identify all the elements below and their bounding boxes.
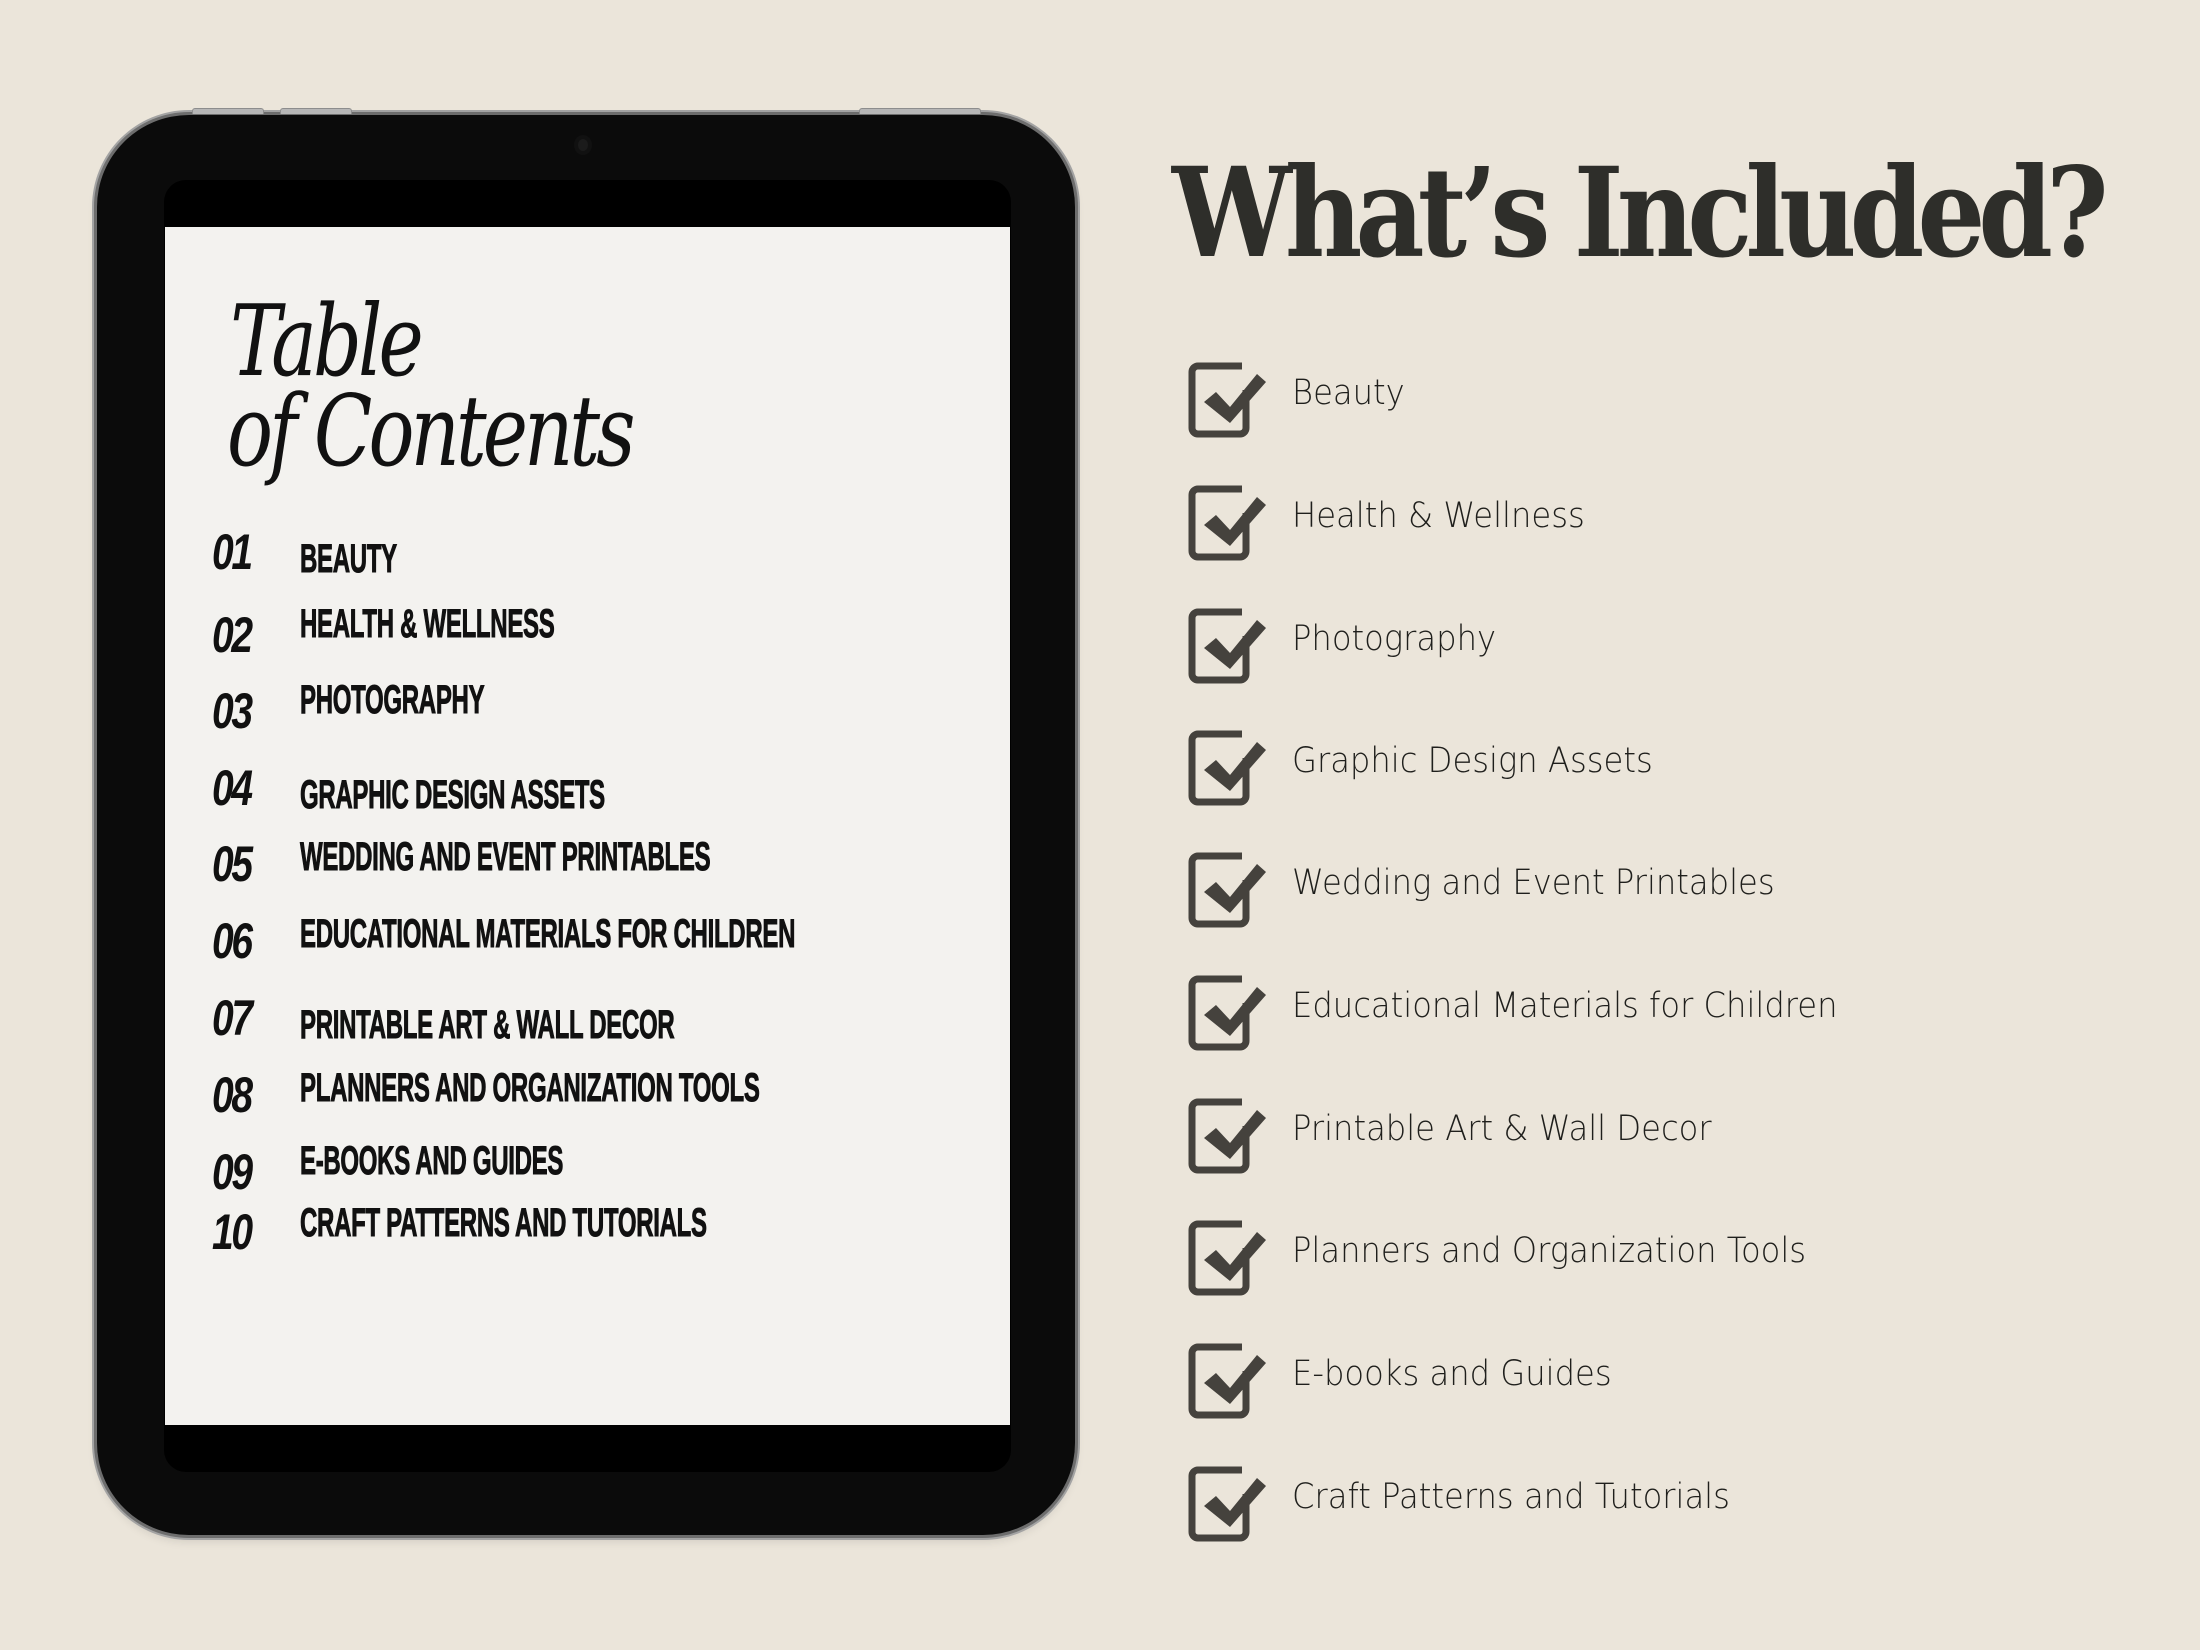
toc-item-label: HEALTH & WELLNESS — [300, 602, 555, 646]
list-item: Craft Patterns and Tutorials — [1186, 1464, 2086, 1544]
toc-item-label: BEAUTY — [300, 537, 398, 581]
toc-item: 06 EDUCATIONAL MATERIALS FOR CHILDREN — [212, 912, 992, 976]
checked-checkbox-icon — [1188, 975, 1266, 1051]
toc-item-label: WEDDING AND EVENT PRINTABLES — [300, 835, 711, 879]
power-button — [859, 108, 981, 114]
toc-item-number: 04 — [212, 760, 253, 816]
checked-checkbox-icon — [1188, 1098, 1266, 1174]
toc-item: 07 PRINTABLE ART & WALL DECOR — [212, 993, 992, 1053]
checked-checkbox-icon — [1188, 1466, 1266, 1542]
toc-item-label: PRINTABLE ART & WALL DECOR — [300, 1003, 675, 1047]
list-item-label: Beauty — [1292, 373, 1405, 413]
toc-item-label: EDUCATIONAL MATERIALS FOR CHILDREN — [300, 912, 796, 956]
toc-item: 09 E-BOOKS AND GUIDES — [212, 1141, 992, 1207]
list-item-label: Printable Art & Wall Decor — [1292, 1109, 1712, 1149]
toc-item: 02 HEALTH & WELLNESS — [212, 604, 992, 670]
toc-title: Table of Contents — [227, 293, 635, 489]
toc-item-label: CRAFT PATTERNS AND TUTORIALS — [300, 1201, 708, 1245]
toc-item-number: 01 — [212, 524, 253, 580]
tablet-screen: Table of Contents 01 BEAUTY 02 HEALTH & … — [165, 227, 1010, 1425]
front-camera-icon — [578, 139, 588, 151]
list-item: E-books and Guides — [1186, 1341, 2086, 1421]
toc-item: 08 PLANNERS AND ORGANIZATION TOOLS — [212, 1066, 992, 1130]
toc-item: 01 BEAUTY — [212, 527, 992, 587]
checked-checkbox-icon — [1188, 730, 1266, 806]
list-item-label: Educational Materials for Children — [1292, 986, 1838, 1026]
toc-item-number: 05 — [212, 836, 253, 892]
toc-item-label: E-BOOKS AND GUIDES — [300, 1139, 564, 1183]
toc-item-label: GRAPHIC DESIGN ASSETS — [300, 773, 606, 817]
checked-checkbox-icon — [1188, 608, 1266, 684]
page-title: What’s Included? — [1172, 141, 2109, 286]
list-item: Graphic Design Assets — [1186, 728, 2086, 808]
list-item-label: E-books and Guides — [1292, 1354, 1612, 1394]
checked-checkbox-icon — [1188, 362, 1266, 438]
toc-item-number: 08 — [212, 1067, 253, 1123]
toc-item-number: 02 — [212, 607, 253, 663]
list-item: Educational Materials for Children — [1186, 973, 2086, 1053]
checked-checkbox-icon — [1188, 1220, 1266, 1296]
toc-item-number: 06 — [212, 913, 253, 969]
toc-item-label: PHOTOGRAPHY — [300, 678, 485, 722]
list-item: Printable Art & Wall Decor — [1186, 1096, 2086, 1176]
list-item-label: Wedding and Event Printables — [1292, 863, 1775, 903]
toc-item-number: 09 — [212, 1144, 253, 1200]
volume-button — [192, 108, 264, 114]
toc-item-number: 07 — [212, 990, 253, 1046]
tablet-mockup: Table of Contents 01 BEAUTY 02 HEALTH & … — [97, 108, 1075, 1535]
toc-item: 05 WEDDING AND EVENT PRINTABLES — [212, 835, 992, 899]
list-item-label: Health & Wellness — [1292, 496, 1585, 536]
list-item-label: Craft Patterns and Tutorials — [1292, 1477, 1730, 1517]
checked-checkbox-icon — [1188, 485, 1266, 561]
list-item-label: Planners and Organization Tools — [1292, 1231, 1807, 1271]
toc-item-number: 10 — [212, 1204, 253, 1260]
toc-item: 03 PHOTOGRAPHY — [212, 680, 992, 746]
list-item: Photography — [1186, 606, 2086, 686]
toc-item-label: PLANNERS AND ORGANIZATION TOOLS — [300, 1066, 760, 1110]
checked-checkbox-icon — [1188, 1343, 1266, 1419]
checked-checkbox-icon — [1188, 852, 1266, 928]
list-item: Planners and Organization Tools — [1186, 1218, 2086, 1298]
toc-item: 10 CRAFT PATTERNS AND TUTORIALS — [212, 1203, 992, 1267]
list-item: Wedding and Event Printables — [1186, 850, 2086, 930]
list-item-label: Photography — [1292, 619, 1497, 659]
toc-item: 04 GRAPHIC DESIGN ASSETS — [212, 763, 992, 823]
list-item: Health & Wellness — [1186, 483, 2086, 563]
toc-item-number: 03 — [212, 683, 253, 739]
volume-button — [280, 108, 352, 114]
list-item-label: Graphic Design Assets — [1292, 741, 1653, 781]
toc-title-line-2: of Contents — [227, 375, 635, 489]
list-item: Beauty — [1186, 360, 2086, 440]
